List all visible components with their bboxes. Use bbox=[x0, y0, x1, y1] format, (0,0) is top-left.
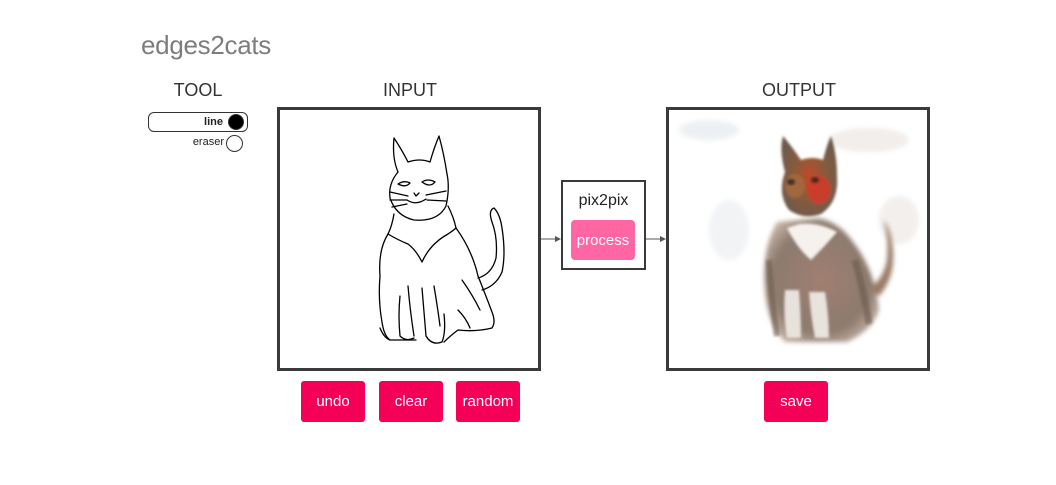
arrow-right-icon bbox=[541, 236, 561, 242]
tool-option-label: line bbox=[204, 116, 223, 128]
tool-option-line[interactable]: line bbox=[148, 112, 248, 132]
app-title: edges2cats bbox=[141, 30, 271, 60]
output-heading: OUTPUT bbox=[762, 80, 836, 100]
arrow-right-icon bbox=[646, 236, 666, 242]
model-name: pix2pix bbox=[578, 192, 629, 209]
radio-unselected-icon bbox=[226, 135, 243, 152]
tool-selector: line eraser bbox=[148, 112, 248, 154]
output-canvas bbox=[666, 107, 930, 371]
undo-button[interactable]: undo bbox=[301, 381, 365, 422]
input-heading: INPUT bbox=[383, 80, 437, 100]
tool-option-label: eraser bbox=[192, 136, 224, 148]
cat-sketch-drawing bbox=[378, 135, 505, 344]
tool-heading: TOOL bbox=[173, 80, 223, 100]
radio-selected-icon bbox=[228, 114, 244, 130]
random-button[interactable]: random bbox=[456, 381, 520, 422]
model-box: pix2pix process bbox=[561, 180, 646, 270]
save-button[interactable]: save bbox=[764, 381, 828, 422]
clear-button[interactable]: clear bbox=[379, 381, 443, 422]
input-canvas[interactable] bbox=[277, 107, 541, 371]
process-button[interactable]: process bbox=[571, 220, 635, 260]
tool-option-eraser[interactable]: eraser bbox=[148, 134, 248, 152]
generated-cat-image bbox=[679, 120, 919, 342]
